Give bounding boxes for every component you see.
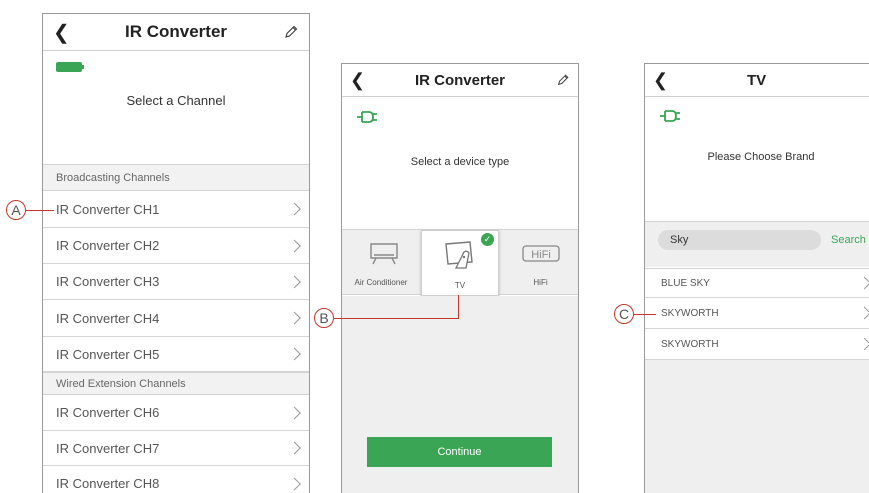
device-option-tv[interactable]: ✓ TV (421, 230, 499, 296)
page-title: IR Converter (414, 71, 506, 89)
channel-row-ch1[interactable]: IR Converter CH1 (43, 191, 309, 228)
tv-remote-icon (445, 241, 473, 269)
brand-prompt: Please Choose Brand (707, 151, 815, 163)
channel-label: IR Converter CH1 (56, 201, 160, 217)
device-label: Air Conditioner (354, 278, 408, 287)
brand-label: SKYWORTH (661, 307, 719, 319)
chevron-right-icon (288, 202, 301, 216)
chevron-right-icon (288, 347, 301, 361)
callout-a: A (6, 200, 26, 220)
brand-row-blue-sky[interactable]: BLUE SKY (645, 268, 869, 298)
chevron-right-icon (288, 311, 301, 325)
device-label: TV (454, 281, 466, 290)
edit-pencil-icon[interactable] (556, 64, 570, 96)
channel-label: IR Converter CH2 (56, 238, 160, 253)
channel-row-ch3[interactable]: IR Converter CH3 (43, 264, 309, 300)
ir-plug-icon (356, 108, 378, 131)
screen-select-device-type: ❮ IR Converter Select a device type Air … (341, 63, 579, 493)
svg-text:HiFi: HiFi (531, 249, 551, 261)
callout-c: C (614, 304, 634, 324)
battery-tip-icon (82, 65, 84, 69)
callout-c-line (634, 314, 656, 315)
channel-label: IR Converter CH5 (56, 346, 160, 362)
chevron-right-icon (288, 441, 301, 455)
brand-label: BLUE SKY (661, 277, 710, 289)
channel-label: IR Converter CH8 (56, 476, 160, 491)
channel-prompt: Select a Channel (126, 93, 226, 108)
brand-row-skyworth-1[interactable]: SKYWORTH (645, 298, 869, 329)
section-broadcasting: Broadcasting Channels (43, 164, 309, 191)
callout-b-line-v (458, 295, 459, 319)
header: ❮ IR Converter (43, 14, 309, 51)
channel-row-ch7[interactable]: IR Converter CH7 (43, 431, 309, 466)
channel-row-ch6[interactable]: IR Converter CH6 (43, 395, 309, 431)
brand-label: SKYWORTH (661, 338, 719, 350)
brand-row-skyworth-2[interactable]: SKYWORTH (645, 329, 869, 360)
battery-icon (56, 62, 82, 72)
search-button[interactable]: Search (831, 234, 866, 246)
device-type-prompt: Select a device type (410, 156, 510, 168)
check-badge-icon: ✓ (481, 233, 494, 246)
page-title: IR Converter (124, 22, 228, 41)
channel-label: IR Converter CH3 (56, 274, 160, 289)
channel-row-ch8[interactable]: IR Converter CH8 (43, 466, 309, 493)
device-option-hifi[interactable]: HiFi HiFi (501, 230, 578, 294)
screen-select-channel: ❮ IR Converter Select a Channel Broadcas… (42, 13, 310, 493)
channel-label: IR Converter CH7 (56, 440, 160, 456)
callout-b: B (314, 308, 334, 328)
device-label: HiFi (533, 278, 548, 287)
page-title: TV (747, 71, 767, 89)
callout-b-line-h (334, 318, 459, 319)
chevron-right-icon (858, 306, 869, 320)
header: ❮ TV (645, 64, 869, 97)
search-input[interactable]: Sky (658, 230, 821, 250)
chevron-right-icon (858, 276, 869, 290)
chevron-right-icon (288, 239, 301, 252)
air-conditioner-icon (370, 243, 398, 265)
section-wired-extension: Wired Extension Channels (43, 372, 309, 395)
device-option-air-conditioner[interactable]: Air Conditioner (342, 230, 420, 294)
channel-label: IR Converter CH4 (56, 310, 160, 326)
chevron-right-icon (858, 337, 869, 351)
header: ❮ IR Converter (342, 64, 578, 97)
chevron-right-icon (288, 406, 301, 419)
chevron-right-icon (288, 275, 301, 288)
chevron-right-icon (288, 477, 301, 490)
edit-pencil-icon[interactable] (283, 14, 299, 50)
channel-row-ch5[interactable]: IR Converter CH5 (43, 337, 309, 372)
hifi-icon: HiFi (522, 245, 560, 262)
channel-row-ch4[interactable]: IR Converter CH4 (43, 300, 309, 337)
callout-a-line (26, 210, 54, 211)
screen-choose-brand: ❮ TV Please Choose Brand Sky Search BLUE… (644, 63, 869, 493)
channel-label: IR Converter CH6 (56, 405, 160, 420)
lower-area (645, 360, 869, 493)
continue-button[interactable]: Continue (367, 437, 552, 467)
ir-plug-icon (659, 107, 681, 130)
channel-row-ch2[interactable]: IR Converter CH2 (43, 228, 309, 264)
